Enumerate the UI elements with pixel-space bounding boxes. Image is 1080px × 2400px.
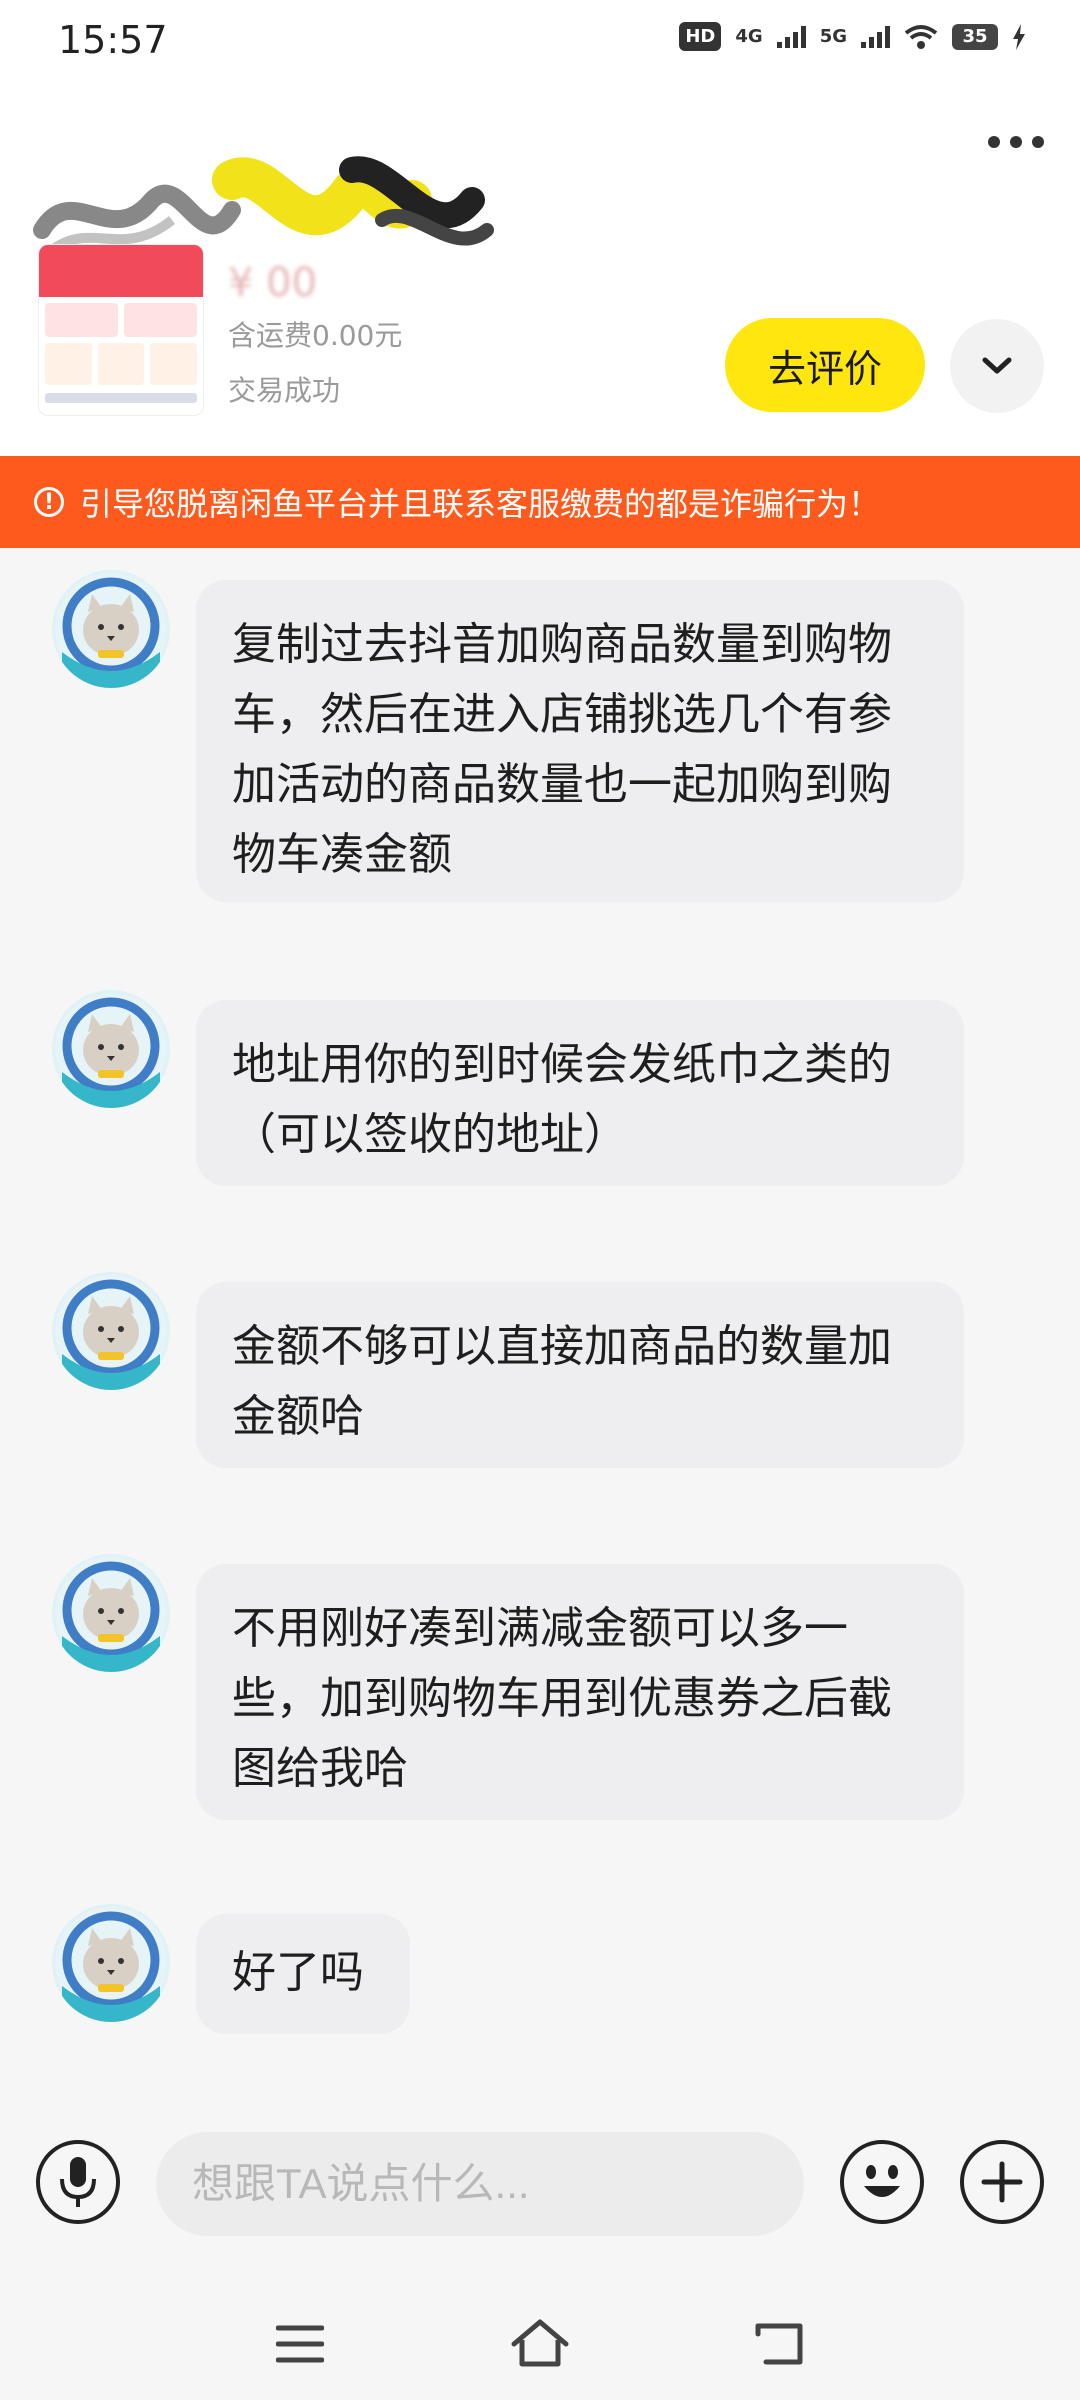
- system-navigation-bar: [0, 2290, 1080, 2400]
- shipping-info: 含运费0.00元: [228, 319, 403, 352]
- message-bubble[interactable]: 金额不够可以直接加商品的数量加金额哈: [196, 1282, 964, 1468]
- message-bubble[interactable]: 复制过去抖音加购商品数量到购物车，然后在进入店铺挑选几个有参加活动的商品数量也一…: [196, 580, 964, 902]
- avatar[interactable]: [52, 990, 170, 1108]
- cat-avatar-icon: [55, 1275, 167, 1390]
- hd-badge: HD: [679, 22, 722, 51]
- voice-button[interactable]: [36, 2140, 120, 2224]
- message-bubble[interactable]: 好了吗: [196, 1914, 410, 2034]
- home-icon[interactable]: [510, 2318, 570, 2370]
- signal-5g-icon: [861, 25, 890, 48]
- cat-avatar-icon: [55, 1907, 167, 2022]
- status-icons: HD 4G 5G 35: [679, 22, 1026, 51]
- more-actions-button[interactable]: [960, 2140, 1044, 2224]
- order-header: ¥ 00 含运费0.00元 交易成功 去评价: [0, 84, 1080, 456]
- message-input[interactable]: [156, 2132, 804, 2236]
- back-icon[interactable]: [754, 2320, 804, 2368]
- network-4g-label: 4G: [735, 25, 763, 47]
- cat-avatar-icon: [55, 1557, 167, 1672]
- signal-4g-icon: [776, 25, 806, 48]
- microphone-icon: [60, 2157, 96, 2207]
- emoji-button[interactable]: [840, 2140, 924, 2224]
- more-icon[interactable]: [988, 136, 1044, 148]
- avatar[interactable]: [52, 1554, 170, 1672]
- wifi-icon: [904, 24, 938, 49]
- network-5g-label: 5G: [819, 25, 847, 47]
- review-button[interactable]: 去评价: [725, 318, 925, 412]
- avatar[interactable]: [52, 570, 170, 688]
- message-bubble[interactable]: 不用刚好凑到满减金额可以多一些，加到购物车用到优惠券之后截图给我哈: [196, 1564, 964, 1820]
- avatar[interactable]: [52, 1272, 170, 1390]
- product-thumbnail[interactable]: [38, 244, 204, 416]
- exclamation-circle-icon: !: [34, 487, 64, 517]
- item-price: ¥ 00: [228, 260, 318, 306]
- chevron-down-icon: [982, 357, 1012, 374]
- fraud-warning-banner: ! 引导您脱离闲鱼平台并且联系客服缴费的都是诈骗行为！: [0, 456, 1080, 548]
- cat-avatar-icon: [55, 993, 167, 1108]
- warning-text: 引导您脱离闲鱼平台并且联系客服缴费的都是诈骗行为！: [80, 485, 881, 523]
- status-time: 15:57: [58, 18, 168, 62]
- cat-avatar-icon: [55, 573, 167, 688]
- emoji-icon: [864, 2165, 900, 2197]
- deal-status: 交易成功: [228, 374, 341, 407]
- avatar[interactable]: [52, 1904, 170, 2022]
- plus-icon: [981, 2161, 1023, 2203]
- battery-icon: 35: [952, 23, 998, 50]
- message-bubble[interactable]: 地址用你的到时候会发纸巾之类的（可以签收的地址）: [196, 1000, 964, 1186]
- menu-icon[interactable]: [276, 2324, 324, 2364]
- expand-button[interactable]: [950, 319, 1044, 413]
- status-bar: 15:57 HD 4G 5G 35: [0, 0, 1080, 84]
- charging-icon: [1013, 23, 1025, 50]
